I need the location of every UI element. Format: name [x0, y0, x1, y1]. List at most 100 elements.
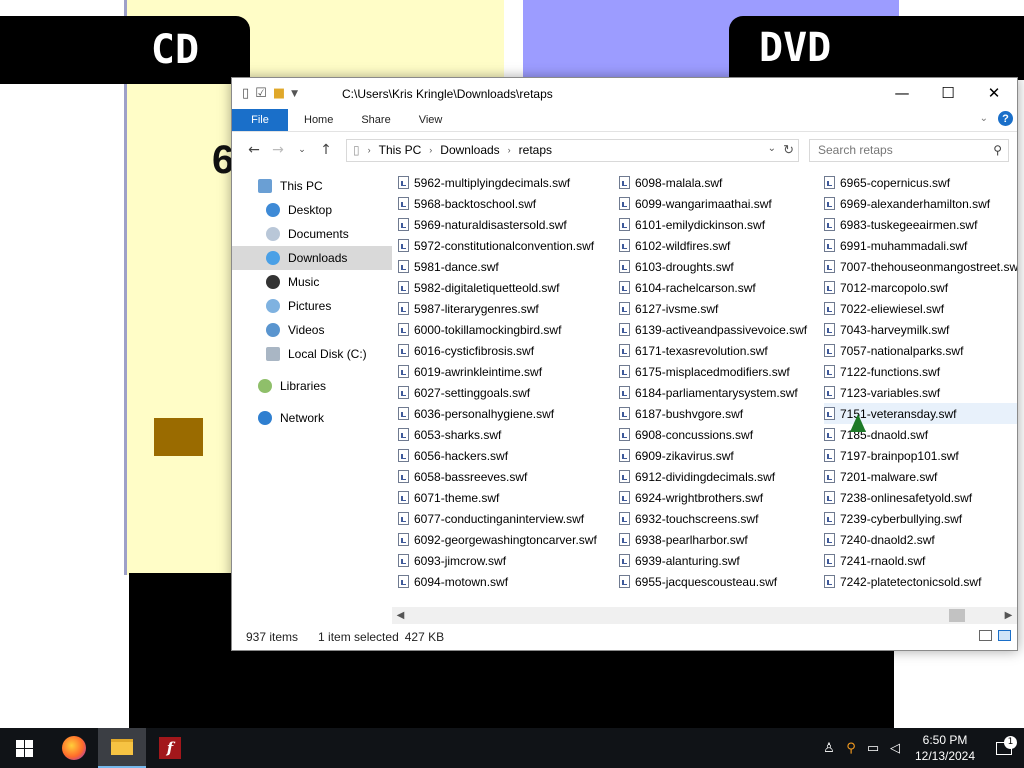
file-item[interactable]: 6077-conductinganinterview.swf [398, 508, 597, 529]
file-item[interactable]: 5982-digitaletiquetteold.swf [398, 277, 597, 298]
file-item[interactable]: 6058-bassreeves.swf [398, 466, 597, 487]
file-item[interactable]: 6101-emilydickinson.swf [619, 214, 807, 235]
file-item[interactable]: 5968-backtoschool.swf [398, 193, 597, 214]
file-item[interactable]: 5981-dance.swf [398, 256, 597, 277]
minimize-button[interactable]: — [879, 78, 925, 108]
file-item[interactable]: 6938-pearlharbor.swf [619, 529, 807, 550]
file-item[interactable]: 6939-alanturing.swf [619, 550, 807, 571]
file-item[interactable]: 6955-jacquescousteau.swf [619, 571, 807, 592]
file-item[interactable]: 6053-sharks.swf [398, 424, 597, 445]
nav-item-network[interactable]: Network [232, 406, 392, 430]
large-icons-view-icon[interactable] [998, 630, 1011, 641]
file-item[interactable]: 7123-variables.swf [824, 382, 1017, 403]
file-item[interactable]: 6909-zikavirus.swf [619, 445, 807, 466]
file-item[interactable]: 6908-concussions.swf [619, 424, 807, 445]
file-item[interactable]: 6924-wrightbrothers.swf [619, 487, 807, 508]
file-item[interactable]: 7022-eliewiesel.swf [824, 298, 1017, 319]
title-bar[interactable]: ▯ ☑ ■ ▼ C:\Users\Kris Kringle\Downloads\… [232, 78, 1017, 109]
file-item[interactable]: 6175-misplacedmodifiers.swf [619, 361, 807, 382]
breadcrumb-retaps[interactable]: retaps [513, 143, 558, 157]
recent-locations-button[interactable]: ⌄ [290, 145, 314, 155]
scroll-left-icon[interactable]: ◀ [392, 610, 409, 621]
file-item[interactable]: 6102-wildfires.swf [619, 235, 807, 256]
file-item[interactable]: 6104-rachelcarson.swf [619, 277, 807, 298]
file-item[interactable]: 6056-hackers.swf [398, 445, 597, 466]
nav-item-music[interactable]: Music [232, 270, 392, 294]
file-item[interactable]: 6991-muhammadali.swf [824, 235, 1017, 256]
nav-item-documents[interactable]: Documents [232, 222, 392, 246]
file-item[interactable]: 6965-copernicus.swf [824, 172, 1017, 193]
file-item[interactable]: 5969-naturaldisastersold.swf [398, 214, 597, 235]
tab-home[interactable]: Home [290, 109, 347, 131]
file-item[interactable]: 6000-tokillamockingbird.swf [398, 319, 597, 340]
file-item[interactable]: 6912-dividingdecimals.swf [619, 466, 807, 487]
tab-file[interactable]: File [232, 109, 288, 131]
file-item[interactable]: 6027-settinggoals.swf [398, 382, 597, 403]
expand-ribbon-icon[interactable]: ⌄ [980, 113, 988, 124]
file-item[interactable]: 6071-theme.swf [398, 487, 597, 508]
scroll-track[interactable] [409, 607, 1000, 624]
file-item[interactable]: 6184-parliamentarysystem.swf [619, 382, 807, 403]
breadcrumb-this-pc[interactable]: This PC [373, 143, 428, 157]
key-icon[interactable]: ⚲ [840, 741, 862, 756]
properties-icon[interactable]: ☑ [255, 86, 267, 101]
nav-item-downloads[interactable]: Downloads [232, 246, 392, 270]
action-center-button[interactable]: 1 [984, 735, 1024, 755]
scroll-thumb[interactable] [949, 609, 965, 622]
file-item[interactable]: 7057-nationalparks.swf [824, 340, 1017, 361]
chevron-down-icon[interactable]: ▼ [291, 89, 298, 99]
file-item[interactable]: 6171-texasrevolution.swf [619, 340, 807, 361]
file-explorer-taskbar-button[interactable] [98, 728, 146, 768]
address-dropdown-icon[interactable]: ⌄ [768, 143, 776, 154]
file-item[interactable]: 6983-tuskegeeairmen.swf [824, 214, 1017, 235]
file-item[interactable]: 6099-wangarimaathai.swf [619, 193, 807, 214]
file-item[interactable]: 7012-marcopolo.swf [824, 277, 1017, 298]
address-bar[interactable]: ▯ › This PC › Downloads › retaps ⌄ ↻ [346, 138, 799, 162]
file-item[interactable]: 6127-ivsme.swf [619, 298, 807, 319]
file-item[interactable]: 5962-multiplyingdecimals.swf [398, 172, 597, 193]
back-button[interactable]: ← [242, 142, 266, 158]
horizontal-scrollbar[interactable]: ◀ ▶ [392, 607, 1017, 624]
file-item[interactable]: 6019-awrinkleintime.swf [398, 361, 597, 382]
network-status-icon[interactable]: ▭ [862, 741, 884, 756]
tab-share[interactable]: Share [347, 109, 404, 131]
new-folder-icon[interactable]: ■ [273, 86, 285, 101]
file-item[interactable]: 7122-functions.swf [824, 361, 1017, 382]
file-item[interactable]: 6932-touchscreens.swf [619, 508, 807, 529]
file-item[interactable]: 7197-brainpop101.swf [824, 445, 1017, 466]
file-item[interactable]: 6098-malala.swf [619, 172, 807, 193]
start-button[interactable] [0, 728, 48, 768]
close-button[interactable]: ✕ [971, 78, 1017, 108]
maximize-button[interactable]: ☐ [925, 78, 971, 108]
search-input[interactable]: Search retaps ⚲ [809, 138, 1009, 162]
file-item[interactable]: 7201-malware.swf [824, 466, 1017, 487]
tab-view[interactable]: View [405, 109, 457, 131]
file-item[interactable]: 5972-constitutionalconvention.swf [398, 235, 597, 256]
nav-item-this-pc[interactable]: This PC [232, 174, 392, 198]
file-item[interactable]: 6092-georgewashingtoncarver.swf [398, 529, 597, 550]
nav-item-local-disk[interactable]: Local Disk (C:) [232, 342, 392, 366]
file-item[interactable]: 7238-onlinesafetyold.swf [824, 487, 1017, 508]
file-item[interactable]: 7043-harveymilk.swf [824, 319, 1017, 340]
firefox-taskbar-button[interactable] [50, 728, 98, 768]
file-item[interactable]: 5987-literarygenres.swf [398, 298, 597, 319]
nav-item-desktop[interactable]: Desktop [232, 198, 392, 222]
file-item[interactable]: 7242-platetectonicsold.swf [824, 571, 1017, 592]
file-item[interactable]: 7239-cyberbullying.swf [824, 508, 1017, 529]
file-item[interactable]: 6969-alexanderhamilton.swf [824, 193, 1017, 214]
nav-item-videos[interactable]: Videos [232, 318, 392, 342]
file-item[interactable]: 6016-cysticfibrosis.swf [398, 340, 597, 361]
file-item[interactable]: 7240-dnaold2.swf [824, 529, 1017, 550]
file-item[interactable]: 6139-activeandpassivevoice.swf [619, 319, 807, 340]
flash-taskbar-button[interactable]: f [146, 728, 194, 768]
people-icon[interactable]: ♙ [818, 741, 840, 756]
breadcrumb-downloads[interactable]: Downloads [434, 143, 505, 157]
nav-item-pictures[interactable]: Pictures [232, 294, 392, 318]
file-item[interactable]: 6187-bushvgore.swf [619, 403, 807, 424]
file-item[interactable]: 6094-motown.swf [398, 571, 597, 592]
file-item[interactable]: 7241-rnaold.swf [824, 550, 1017, 571]
scroll-right-icon[interactable]: ▶ [1000, 610, 1017, 621]
file-item[interactable]: 6103-droughts.swf [619, 256, 807, 277]
file-item[interactable]: 7007-thehouseonmangostreet.swf [824, 256, 1017, 277]
up-button[interactable]: ↑ [314, 142, 338, 158]
